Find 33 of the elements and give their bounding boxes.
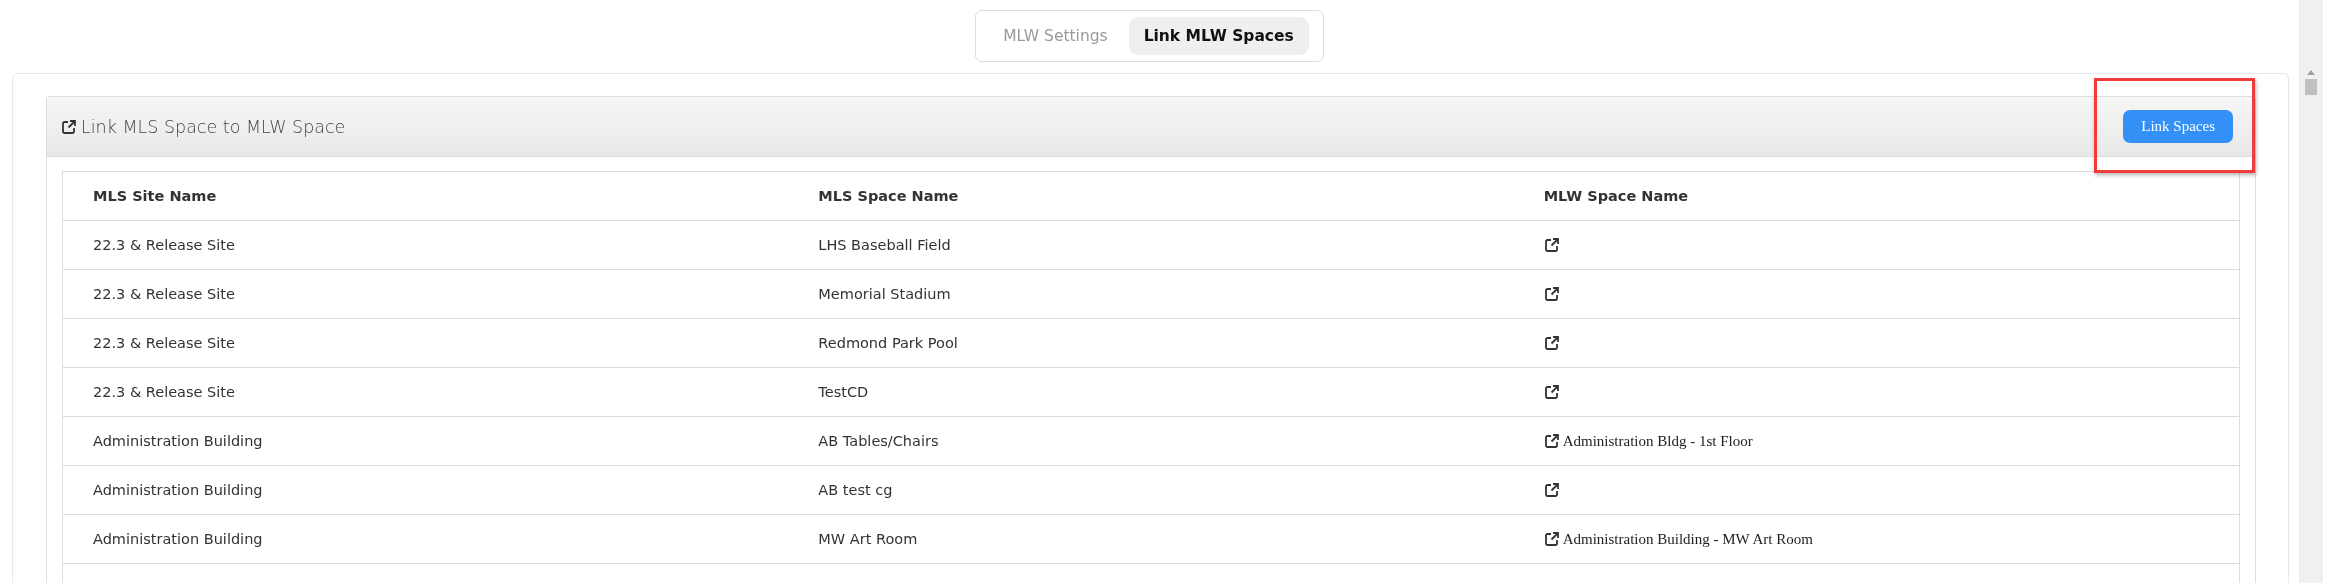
table-cell: 22.3 & Release Site (63, 318, 789, 368)
linked-space-name: Administration Building - MW Art Room (1562, 530, 1813, 548)
column-header: MLW Space Name (1513, 172, 2239, 221)
scrollbar-thumb[interactable] (2305, 79, 2317, 95)
table-cell: Redmond Park Pool (788, 318, 1514, 368)
table-cell: TestCD (788, 367, 1514, 417)
external-link-icon[interactable] (1543, 286, 1560, 302)
table-cell: 22.3 & Release Site (63, 220, 789, 270)
external-link-icon[interactable] (1543, 482, 1560, 498)
external-link-icon[interactable] (61, 118, 77, 135)
linked-space-name: Administration Bldg - 1st Floor (1562, 432, 1753, 450)
table-cell: AB test cg (788, 465, 1514, 515)
tab[interactable]: MLW Settings (988, 17, 1123, 55)
column-header: MLS Space Name (788, 172, 1514, 221)
table-cell: Memorial Stadium (788, 269, 1514, 319)
external-link-icon[interactable] (1543, 335, 1560, 351)
table-cell: AB Tables/Chairs (788, 416, 1514, 466)
table-cell: LHS Baseball Field (788, 220, 1514, 270)
external-link-icon[interactable] (1543, 531, 1560, 547)
link-spaces-button[interactable]: Link Spaces (2123, 110, 2233, 143)
table-cell: Administration Building (63, 514, 789, 564)
table-cell: Administration Building (63, 465, 789, 515)
panel-title: Link MLS Space to MLW Space (81, 116, 346, 137)
table-cell: 22.3 & Release Site (63, 269, 789, 319)
table-cell: MW Art Room (788, 514, 1514, 564)
table-cell: Administration Building (63, 416, 789, 466)
external-link-icon[interactable] (1543, 384, 1560, 400)
scrollbar[interactable] (2299, 0, 2323, 583)
external-link-icon[interactable] (1543, 433, 1560, 449)
external-link-icon[interactable] (1543, 237, 1560, 253)
column-header: MLS Site Name (63, 172, 789, 221)
tab[interactable]: Link MLW Spaces (1128, 17, 1309, 55)
table-cell: 22.3 & Release Site (63, 367, 789, 417)
